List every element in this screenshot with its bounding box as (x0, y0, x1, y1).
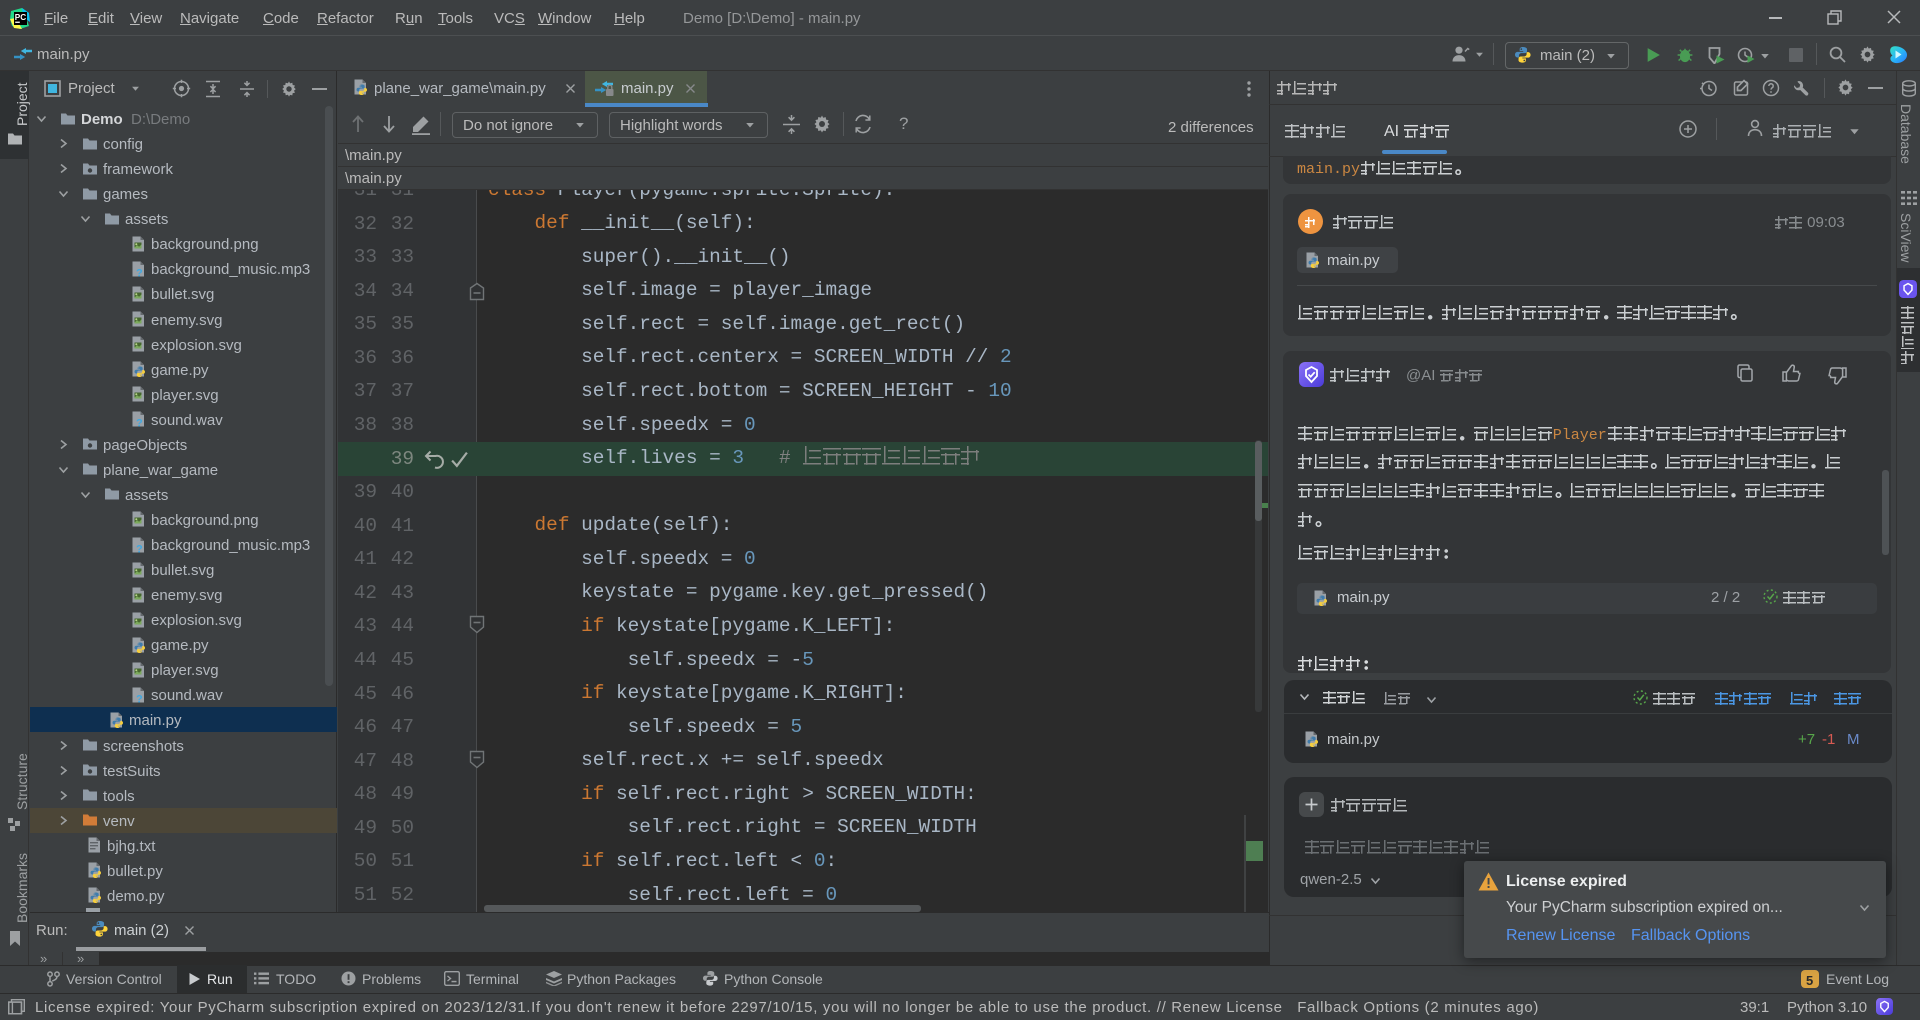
svg-text:?: ? (136, 543, 143, 553)
svg-text:?: ? (136, 418, 143, 428)
svg-text:PC: PC (15, 13, 26, 22)
svg-text:?: ? (136, 267, 143, 277)
svg-text:?: ? (136, 693, 143, 703)
